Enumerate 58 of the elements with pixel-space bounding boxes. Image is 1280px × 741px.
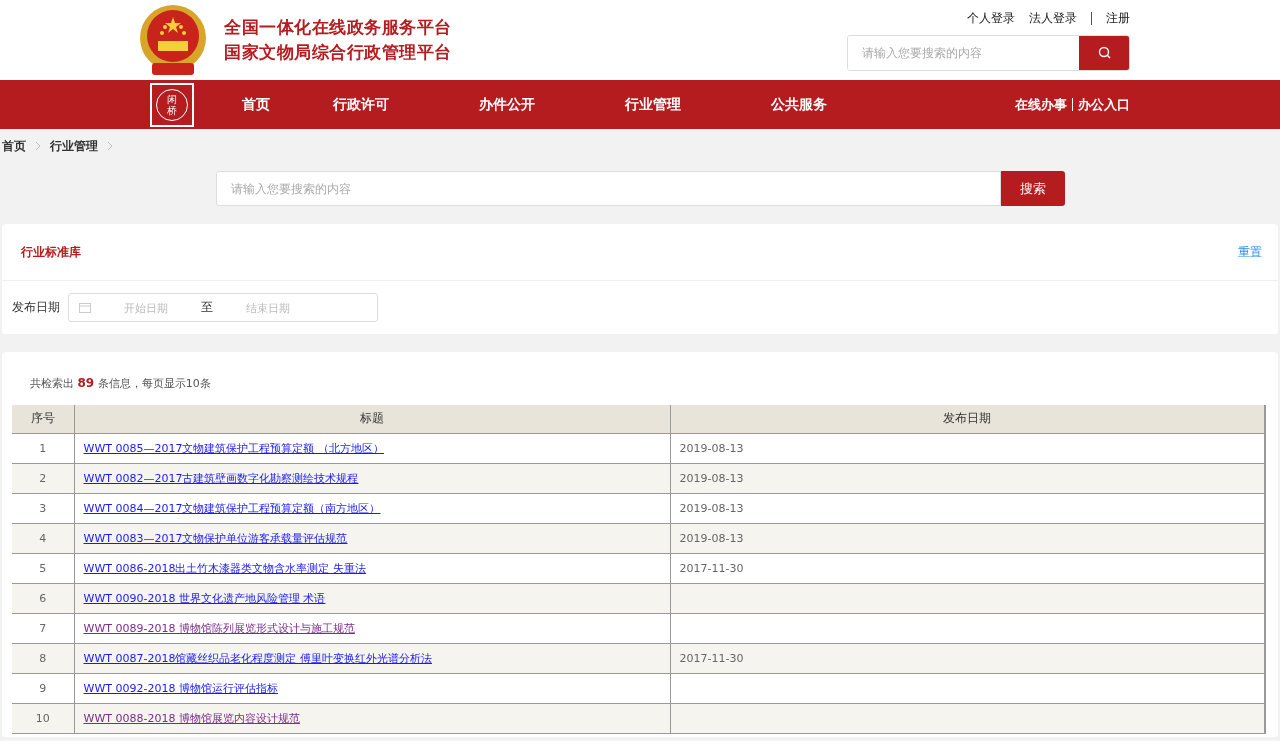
nav-tab[interactable]: 行政许可: [288, 83, 434, 126]
column-header: 序号: [12, 405, 74, 433]
chevron-icon: [106, 141, 114, 151]
table-cell: 9: [12, 673, 74, 703]
standard-link[interactable]: WWT 0087-2018馆藏丝织品老化程度测定 傅里叶变换红外光谱分析法: [83, 651, 432, 665]
table-cell: 10: [12, 703, 74, 733]
table-cell: 2017-11-30: [670, 553, 1265, 583]
table-cell: 6: [12, 583, 74, 613]
nav-tab[interactable]: 首页: [224, 83, 288, 126]
standard-link[interactable]: WWT 0086-2018出土竹木漆器类文物含水率测定 失重法: [83, 561, 366, 575]
table-cell: 2019-08-13: [670, 433, 1265, 463]
account-link[interactable]: 个人登录: [967, 9, 1015, 27]
column-header: 发布日期: [670, 405, 1265, 433]
platform-title: 国家文物局综合行政管理平台: [224, 41, 452, 64]
national-emblem-icon: [138, 3, 208, 77]
standard-link[interactable]: WWT 0088-2018 博物馆展览内容设计规范: [83, 711, 300, 725]
table-cell: 2019-08-13: [670, 493, 1265, 523]
standard-link[interactable]: WWT 0085—2017文物建筑保护工程预算定额 （北方地区）: [83, 441, 384, 455]
calendar-icon: [79, 302, 91, 313]
platform-title: 全国一体化在线政务服务平台: [224, 16, 452, 39]
account-link[interactable]: 法人登录: [1029, 9, 1077, 27]
table-cell: 2: [12, 463, 74, 493]
column-header: 标题: [74, 405, 670, 433]
table-cell: 2019-08-13: [670, 463, 1265, 493]
results-summary: 共检索出 89 条信息，每页显示10条: [29, 375, 212, 392]
standard-link[interactable]: WWT 0083—2017文物保护单位游客承载量评估规范: [83, 531, 348, 545]
header-search-field[interactable]: 请输入您要搜索的内容: [847, 34, 1130, 71]
table-cell: 8: [12, 643, 74, 673]
table-cell: 4: [12, 523, 74, 553]
breadcrumb-link[interactable]: 行业管理: [50, 137, 98, 155]
account-link[interactable]: 注册: [1106, 9, 1130, 27]
search-button[interactable]: 搜索: [1000, 171, 1065, 206]
table-cell: 3: [12, 493, 74, 523]
standard-link[interactable]: WWT 0082—2017古建筑壁画数字化勘察测绘技术规程: [83, 471, 359, 485]
seal-logo: 闲桥: [150, 82, 194, 127]
standard-link[interactable]: WWT 0092-2018 博物馆运行评估指标: [83, 681, 278, 695]
reset-link[interactable]: 重置: [1238, 243, 1262, 261]
field-label: 发布日期: [12, 299, 60, 316]
standard-link[interactable]: WWT 0090-2018 世界文化遗产地风险管理 术语: [83, 591, 326, 605]
breadcrumb-link[interactable]: 首页: [2, 137, 26, 155]
search-field[interactable]: 请输入您要搜索的内容: [215, 171, 1001, 206]
nav-link[interactable]: 在线办事: [1015, 95, 1067, 114]
nav-link[interactable]: 办公入口: [1078, 95, 1130, 114]
table-cell: 2019-08-13: [670, 523, 1265, 553]
table-cell: 7: [12, 613, 74, 643]
range-separator: 至: [201, 299, 213, 316]
nav-tab[interactable]: 公共服务: [726, 83, 872, 126]
chevron-icon: [34, 141, 42, 151]
table-cell: 5: [12, 553, 74, 583]
section-title: 行业标准库: [21, 243, 81, 261]
search-button[interactable]: [1079, 35, 1129, 70]
standard-link[interactable]: WWT 0089-2018 博物馆陈列展览形式设计与施工规范: [83, 621, 355, 635]
standard-link[interactable]: WWT 0084—2017文物建筑保护工程预算定额（南方地区）: [83, 501, 381, 515]
nav-tab[interactable]: 办件公开: [434, 83, 580, 126]
table-cell: 1: [12, 433, 74, 463]
table-cell: 2017-11-30: [670, 643, 1265, 673]
nav-tab[interactable]: 行业管理: [580, 83, 726, 126]
search-icon: [1097, 46, 1111, 59]
